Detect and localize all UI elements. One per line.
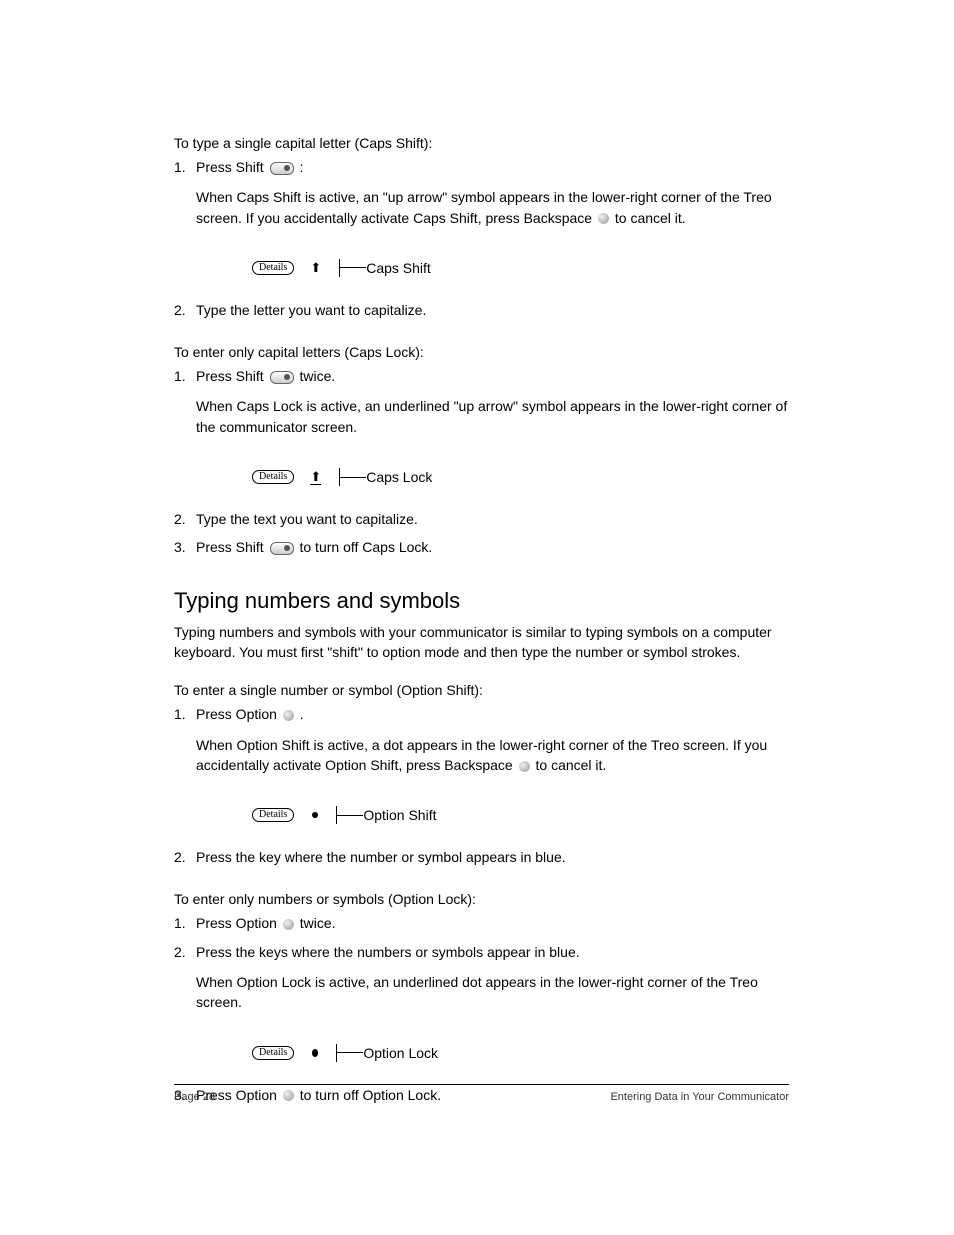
- backspace-key-icon: [598, 213, 609, 224]
- callout-leader: [340, 267, 366, 268]
- step-number: 1.: [174, 913, 196, 933]
- step-number: 2.: [174, 942, 196, 1027]
- step-text: :: [299, 159, 303, 175]
- list-item: 3. Press Shift to turn off Caps Lock.: [174, 537, 789, 557]
- details-button-graphic: Details: [252, 1046, 294, 1060]
- option-key-icon: [283, 710, 294, 721]
- list-item: 1. Press Option twice.: [174, 913, 789, 933]
- callout-option-shift: Details Option Shift: [196, 803, 789, 827]
- step-description: to cancel it.: [536, 757, 607, 773]
- up-arrow-icon: ⬆: [310, 261, 321, 274]
- step-text: Press Shift: [196, 539, 268, 555]
- step-text: Type the letter you want to capitalize.: [196, 300, 789, 320]
- heading-option-lock: To enter only numbers or symbols (Option…: [174, 891, 789, 907]
- step-text: Press Shift: [196, 159, 268, 175]
- callout-label: Caps Shift: [366, 260, 431, 276]
- callout-leader: [340, 477, 366, 478]
- step-number: 2.: [174, 847, 196, 867]
- step-description: When Caps Lock is active, an underlined …: [196, 396, 789, 437]
- list-item: 1. Press Option . When Option Shift is a…: [174, 704, 789, 789]
- step-description: When Option Shift is active, a dot appea…: [196, 737, 767, 773]
- content-column: To type a single capital letter (Caps Sh…: [174, 135, 789, 1113]
- callout-label: Caps Lock: [366, 469, 432, 485]
- step-text: twice.: [299, 368, 335, 384]
- step-number: 1.: [174, 157, 196, 242]
- shift-key-icon: [270, 542, 294, 555]
- step-description: to cancel it.: [615, 210, 686, 226]
- footer-rule: [174, 1084, 789, 1085]
- details-button-graphic: Details: [252, 470, 294, 484]
- callout-label: Option Lock: [363, 1045, 438, 1061]
- dot-underlined-icon: [312, 1049, 318, 1057]
- callout-leader: [337, 1052, 363, 1053]
- step-description: When Option Lock is active, an underline…: [196, 972, 789, 1013]
- shift-key-icon: [270, 371, 294, 384]
- heading-option-shift: To enter a single number or symbol (Opti…: [174, 682, 789, 698]
- list-item: 2. Press the key where the number or sym…: [174, 847, 789, 867]
- list-item: 2. Type the letter you want to capitaliz…: [174, 300, 789, 320]
- page-number: Page 28: [174, 1091, 215, 1103]
- step-number: 2.: [174, 300, 196, 320]
- details-button-graphic: Details: [252, 261, 294, 275]
- up-arrow-underlined-icon: ⬆: [310, 470, 321, 485]
- details-button-graphic: Details: [252, 808, 294, 822]
- intro-paragraph: Typing numbers and symbols with your com…: [174, 622, 789, 663]
- list-item: 2. Type the text you want to capitalize.: [174, 509, 789, 529]
- heading-caps-shift: To type a single capital letter (Caps Sh…: [174, 135, 789, 151]
- step-text: Press Shift: [196, 368, 268, 384]
- page-footer: Page 28 Entering Data in Your Communicat…: [174, 1084, 789, 1103]
- step-text: Press Option: [196, 706, 281, 722]
- callout-option-lock: Details Option Lock: [196, 1041, 789, 1065]
- step-text: .: [300, 706, 304, 722]
- list-item: 2. Press the keys where the numbers or s…: [174, 942, 789, 1027]
- page: To type a single capital letter (Caps Sh…: [0, 0, 954, 1235]
- step-text: Type the text you want to capitalize.: [196, 509, 789, 529]
- step-text: to turn off Caps Lock.: [299, 539, 432, 555]
- shift-key-icon: [270, 162, 294, 175]
- list-item: 1. Press Shift twice. When Caps Lock is …: [174, 366, 789, 451]
- step-text: Press Option: [196, 915, 281, 931]
- callout-caps-lock: Details ⬆ Caps Lock: [196, 465, 789, 489]
- dot-icon: [312, 812, 318, 818]
- heading-caps-lock: To enter only capital letters (Caps Lock…: [174, 344, 789, 360]
- backspace-key-icon: [519, 761, 530, 772]
- option-key-icon: [283, 919, 294, 930]
- heading-typing-numbers: Typing numbers and symbols: [174, 588, 789, 614]
- step-number: 3.: [174, 537, 196, 557]
- step-number: 2.: [174, 509, 196, 529]
- step-text: Press the key where the number or symbol…: [196, 847, 789, 867]
- callout-caps-shift: Details ⬆ Caps Shift: [196, 256, 789, 280]
- callout-leader: [337, 815, 363, 816]
- list-item: 1. Press Shift : When Caps Shift is acti…: [174, 157, 789, 242]
- callout-label: Option Shift: [363, 807, 436, 823]
- step-number: 1.: [174, 704, 196, 789]
- chapter-title: Entering Data in Your Communicator: [610, 1091, 789, 1103]
- step-text: twice.: [300, 915, 336, 931]
- step-number: 1.: [174, 366, 196, 451]
- step-text: Press the keys where the numbers or symb…: [196, 944, 580, 960]
